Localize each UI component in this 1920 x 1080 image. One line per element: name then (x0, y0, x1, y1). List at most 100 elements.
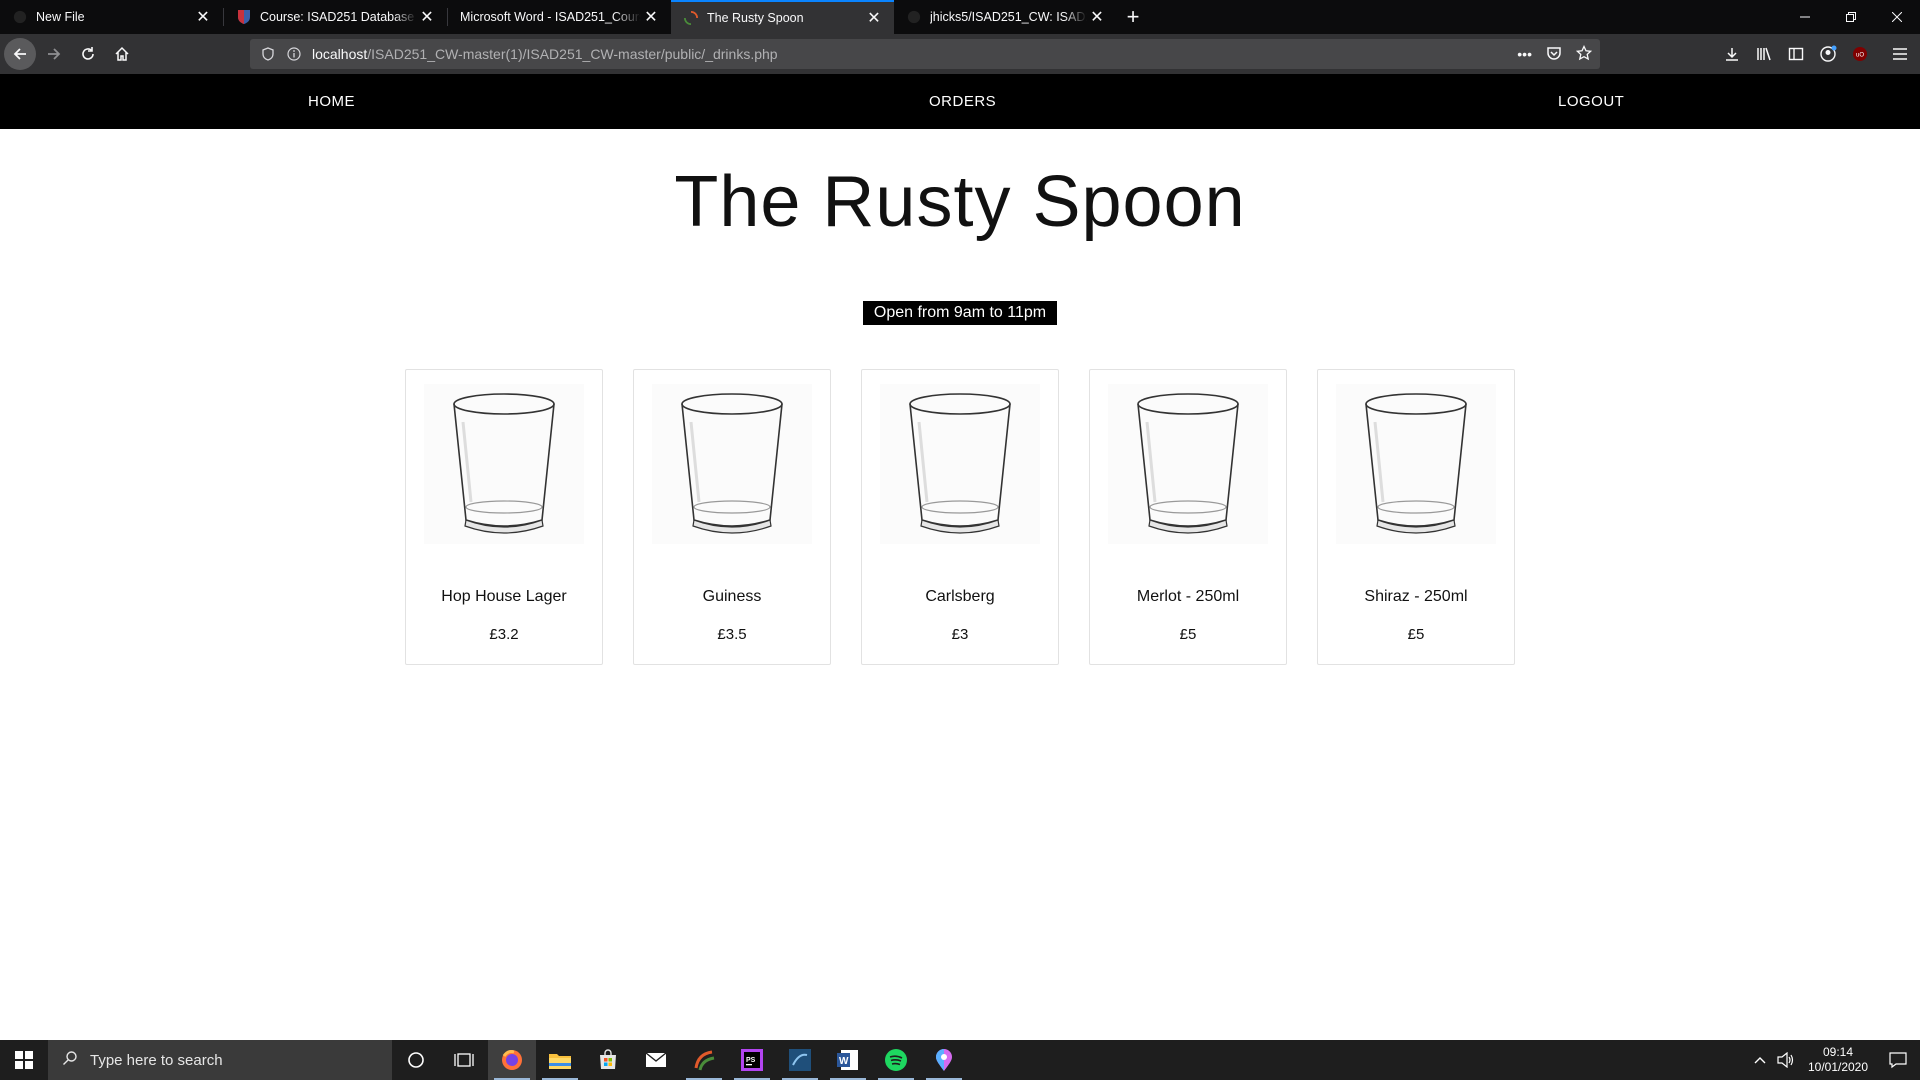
tab-course[interactable]: Course: ISAD251 Database Applications ✕ (224, 0, 447, 34)
product-name: Guiness (702, 588, 762, 605)
tab-strip: New File ✕ Course: ISAD251 Database Appl… (0, 0, 1920, 34)
product-price: £3.5 (717, 626, 747, 643)
close-icon[interactable]: ✕ (1087, 7, 1107, 27)
tab-title: The Rusty Spoon (707, 11, 804, 25)
url-host: localhost (312, 46, 368, 62)
taskbar-search[interactable]: Type here to search (48, 1040, 392, 1080)
new-tab-button[interactable]: + (1117, 0, 1149, 34)
product-grid: Hop House Lager £3.2 Guiness £3.5 Carlsb… (405, 369, 1515, 665)
search-icon (62, 1050, 78, 1071)
shot-glass-image (880, 384, 1040, 544)
product-price: £5 (1407, 626, 1425, 643)
svg-text:uO: uO (1856, 53, 1864, 59)
spotify-icon[interactable] (872, 1040, 920, 1080)
shot-glass-image (1336, 384, 1496, 544)
nav-logout-link[interactable]: LOGOUT (1558, 93, 1624, 110)
product-card[interactable]: Merlot - 250ml £5 (1089, 369, 1287, 665)
close-icon[interactable]: ✕ (417, 7, 437, 27)
product-price: £3.2 (489, 626, 519, 643)
back-arrow-icon[interactable] (4, 38, 36, 70)
svg-text:W: W (839, 1056, 849, 1067)
mail-icon[interactable] (632, 1040, 680, 1080)
maps-pin-icon[interactable] (920, 1040, 968, 1080)
university-shield-icon (236, 9, 252, 25)
forward-arrow-icon[interactable] (38, 38, 70, 70)
reload-icon[interactable] (72, 38, 104, 70)
url-actions: ••• (1517, 39, 1593, 69)
close-window-icon[interactable] (1874, 0, 1920, 34)
pocket-icon[interactable] (1546, 45, 1562, 64)
product-card[interactable]: Guiness £3.5 (633, 369, 831, 665)
navigation-toolbar: localhost/ISAD251_CW-master(1)/ISAD251_C… (0, 34, 1920, 74)
word-icon[interactable]: W (824, 1040, 872, 1080)
volume-icon[interactable] (1772, 1040, 1800, 1080)
site-info-icon[interactable] (286, 46, 302, 62)
account-icon[interactable] (1812, 38, 1844, 70)
product-name: Shiraz - 250ml (1364, 588, 1468, 605)
sidebar-icon[interactable] (1780, 38, 1812, 70)
tab-rusty-spoon[interactable]: The Rusty Spoon ✕ (671, 0, 894, 34)
system-tray: 09:14 10/01/2020 (1748, 1040, 1920, 1080)
tab-github-repo[interactable]: jhicks5/ISAD251_CW: ISAD251 Coursework ✕ (894, 0, 1117, 34)
close-icon[interactable]: ✕ (864, 8, 884, 28)
search-placeholder: Type here to search (90, 1051, 223, 1069)
nav-orders-link[interactable]: ORDERS (929, 93, 996, 110)
url-bar[interactable]: localhost/ISAD251_CW-master(1)/ISAD251_C… (250, 39, 1600, 69)
mysql-workbench-icon[interactable] (776, 1040, 824, 1080)
close-icon[interactable]: ✕ (641, 7, 661, 27)
product-price: £5 (1179, 626, 1197, 643)
tracking-shield-icon[interactable] (260, 46, 276, 62)
close-icon[interactable]: ✕ (193, 7, 213, 27)
tab-title: Microsoft Word - ISAD251_Coursework (460, 10, 641, 24)
tab-new-file[interactable]: New File ✕ (0, 0, 223, 34)
nav-home-link[interactable]: HOME (308, 93, 355, 110)
opening-hours-badge: Open from 9am to 11pm (863, 301, 1057, 325)
tab-title: Course: ISAD251 Database Applications (260, 10, 417, 24)
system-clock[interactable]: 09:14 10/01/2020 (1800, 1045, 1876, 1075)
product-name: Carlsberg (925, 588, 995, 605)
minimize-icon[interactable] (1782, 0, 1828, 34)
hamburger-menu-icon[interactable] (1884, 38, 1916, 70)
download-icon[interactable] (1716, 38, 1748, 70)
windows-start-icon[interactable] (0, 1040, 48, 1080)
notifications-icon[interactable] (1876, 1040, 1920, 1080)
product-card[interactable]: Carlsberg £3 (861, 369, 1059, 665)
site-navbar: HOME ORDERS LOGOUT (0, 74, 1920, 129)
window-controls (1782, 0, 1920, 34)
taskbar: Type here to search PS W 09:14 10/01/202… (0, 1040, 1920, 1080)
clock-date: 10/01/2020 (1807, 1060, 1869, 1074)
page-actions-icon[interactable]: ••• (1517, 46, 1532, 62)
github-icon (906, 9, 922, 25)
product-price: £3 (951, 626, 969, 643)
tab-word-doc[interactable]: Microsoft Word - ISAD251_Coursework ✕ (448, 0, 671, 34)
product-name: Hop House Lager (441, 588, 567, 605)
product-name: Merlot - 250ml (1136, 588, 1240, 605)
clock-time: 09:14 (1822, 1045, 1854, 1059)
firefox-taskbar-icon[interactable] (488, 1040, 536, 1080)
shot-glass-image (652, 384, 812, 544)
chevron-up-icon[interactable] (1748, 1040, 1772, 1080)
gitkraken-icon[interactable] (680, 1040, 728, 1080)
spinner-icon (683, 10, 699, 26)
cortana-icon[interactable] (392, 1040, 440, 1080)
task-view-icon[interactable] (440, 1040, 488, 1080)
product-card[interactable]: Hop House Lager £3.2 (405, 369, 603, 665)
library-icon[interactable] (1748, 38, 1780, 70)
svg-text:PS: PS (746, 1057, 756, 1064)
phpstorm-icon[interactable]: PS (728, 1040, 776, 1080)
ublock-icon[interactable]: uO (1844, 38, 1876, 70)
url-path: /ISAD251_CW-master(1)/ISAD251_CW-master/… (367, 46, 778, 62)
web-page: HOME ORDERS LOGOUT The Rusty Spoon Open … (0, 74, 1920, 1040)
tab-title: New File (36, 10, 85, 24)
microsoft-store-icon[interactable] (584, 1040, 632, 1080)
tab-title: jhicks5/ISAD251_CW: ISAD251 Coursework (930, 10, 1087, 24)
file-explorer-icon[interactable] (536, 1040, 584, 1080)
restore-icon[interactable] (1828, 0, 1874, 34)
github-icon (12, 9, 28, 25)
bookmark-star-icon[interactable] (1575, 44, 1593, 64)
shot-glass-image (1108, 384, 1268, 544)
page-title: The Rusty Spoon (674, 162, 1246, 242)
product-card[interactable]: Shiraz - 250ml £5 (1317, 369, 1515, 665)
shot-glass-image (424, 384, 584, 544)
home-icon[interactable] (106, 38, 138, 70)
